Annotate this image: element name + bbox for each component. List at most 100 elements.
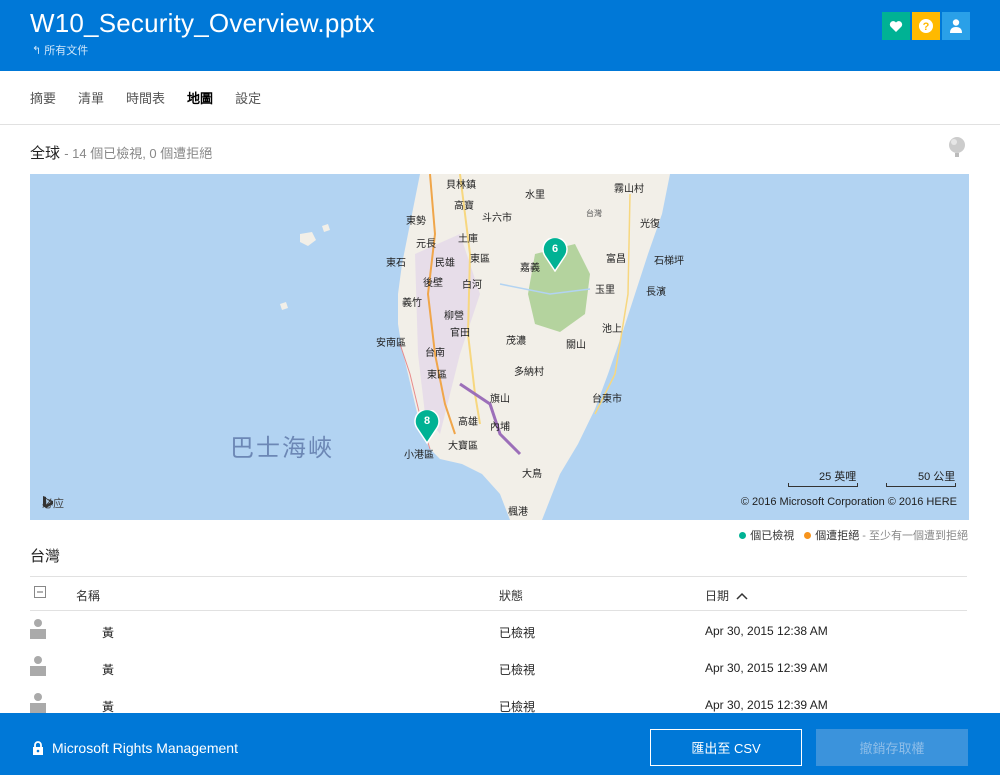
lock-icon [33,740,43,755]
global-summary: - 14 個已檢視, 0 個遭拒絕 [64,146,213,161]
place-label: 高雄 [458,417,478,428]
app-footer: Microsoft Rights Management 匯出至 CSV 撤銷存取… [0,713,1000,775]
table-row[interactable]: 黃 已檢視 Apr 30, 2015 12:38 AM [30,612,967,649]
place-label: 元長 [416,239,436,250]
place-label: 東勢 [406,216,426,227]
heart-icon[interactable] [882,12,910,40]
global-heading: 全球 - 14 個已檢視, 0 個遭拒絕 [30,142,212,163]
row-date: Apr 30, 2015 12:39 AM [705,661,828,675]
table-row[interactable]: 黃 已檢視 Apr 30, 2015 12:39 AM [30,649,967,686]
app-header: W10_Security_Overview.pptx ↰ 所有文件 ? [0,0,1000,71]
tab-map[interactable]: 地圖 [187,88,213,107]
denied-dot-icon [804,532,812,539]
scale-bar-km [886,483,956,487]
place-label: 民雄 [435,258,455,269]
user-avatar-icon [30,656,46,676]
place-label: 關山 [566,340,586,351]
footer-brand: Microsoft Rights Management [32,740,238,756]
place-label: 池上 [602,324,622,335]
brand-label: Microsoft Rights Management [52,740,238,756]
place-label: 白河 [462,280,482,291]
document-title: W10_Security_Overview.pptx [30,8,375,38]
bing-logo: 必应 [42,495,64,511]
place-label: 柳營 [444,311,464,322]
table-header: 名稱 狀態 日期 [30,576,967,611]
place-label: 多納村 [514,367,544,378]
place-label: 東區 [427,370,447,381]
place-label: 土庫 [458,234,478,245]
place-label: 貝林鎮 [446,180,476,191]
place-label: 東區 [470,254,490,265]
tab-summary[interactable]: 摘要 [30,88,56,107]
all-documents-link[interactable]: ↰ 所有文件 [32,42,88,58]
svg-text:?: ? [923,21,930,33]
viewed-dot-icon [739,532,747,539]
row-status: 已檢視 [499,626,536,640]
place-label: 光復 [640,219,660,230]
person-icon[interactable] [942,12,970,40]
place-label: 小港區 [404,450,434,461]
place-label: 霧山村 [614,184,644,195]
redacted-name-block [74,649,100,686]
row-date: Apr 30, 2015 12:39 AM [705,698,828,712]
export-csv-button[interactable]: 匯出至 CSV [650,729,802,766]
global-title: 全球 [30,145,61,162]
place-label: 嘉義 [520,263,540,274]
country-heading: 台灣 [30,548,61,565]
place-label: 台東市 [592,394,622,405]
place-label: 玉里 [595,285,615,296]
all-documents-label: 所有文件 [44,45,89,57]
redacted-name-block [74,612,100,649]
map-view[interactable]: 巴士海峽 貝林鎮 水里 霧山村 高寶 東勢 斗六市 光復 元長 土庫 東石 民雄… [30,174,969,520]
place-label: 義竹 [402,298,422,309]
tabs-divider [0,124,1000,125]
pin-count: 8 [423,415,431,427]
column-name[interactable]: 名稱 [76,587,100,604]
legend-viewed: 個已檢視 [739,527,794,543]
globe-icon[interactable] [947,136,967,163]
column-date[interactable]: 日期 [705,587,748,604]
place-label: 斗六市 [482,213,512,224]
scale-bar-miles [788,483,858,487]
map-pin[interactable]: 8 [414,410,440,444]
place-label: 後壁 [423,278,443,289]
place-label: 大寶區 [448,441,478,452]
legend-note: - 至少有一個遭到拒絕 [862,530,968,542]
map-pin[interactable]: 6 [542,238,568,272]
user-avatar-icon [30,693,46,713]
row-name: 黃 [102,626,115,640]
map-copyright: © 2016 Microsoft Corporation © 2016 HERE [740,496,957,508]
place-label: 內埔 [490,422,510,433]
place-label: 官田 [450,328,470,339]
legend-denied: 個遭拒絕 - 至少有一個遭到拒絕 [804,527,968,543]
header-actions: ? [882,12,970,40]
tab-settings[interactable]: 設定 [235,88,261,107]
map-legend: 個已檢視 個遭拒絕 - 至少有一個遭到拒絕 [739,527,968,543]
place-label: 楓港 [508,507,528,518]
bing-icon [43,496,53,508]
place-label: 台南 [425,348,445,359]
place-label: 台灣 [586,209,602,218]
place-label: 石梯坪 [654,256,684,267]
column-status[interactable]: 狀態 [499,587,523,604]
place-label: 長濱 [646,287,666,298]
select-all-checkbox[interactable] [34,586,46,601]
place-label: 水里 [525,190,545,201]
question-icon[interactable]: ? [912,12,940,40]
sea-label: 巴士海峽 [230,435,334,462]
user-avatar-icon [30,619,46,639]
row-name: 黃 [102,663,115,677]
scale-miles: 25 英哩 [819,471,857,483]
place-label: 東石 [386,258,406,269]
scale-km: 50 公里 [918,471,956,483]
tab-list[interactable]: 清單 [78,88,104,107]
revoke-access-button[interactable]: 撤銷存取權 [816,729,968,766]
place-label: 高寶 [454,201,474,212]
back-arrow-icon: ↰ [32,45,45,57]
tab-timeline[interactable]: 時間表 [126,88,165,107]
place-label: 茂濃 [506,336,526,347]
row-status: 已檢視 [499,663,536,677]
tab-bar: 摘要 清單 時間表 地圖 設定 [30,88,261,107]
pin-count: 6 [551,243,559,255]
place-label: 安南區 [376,338,406,349]
